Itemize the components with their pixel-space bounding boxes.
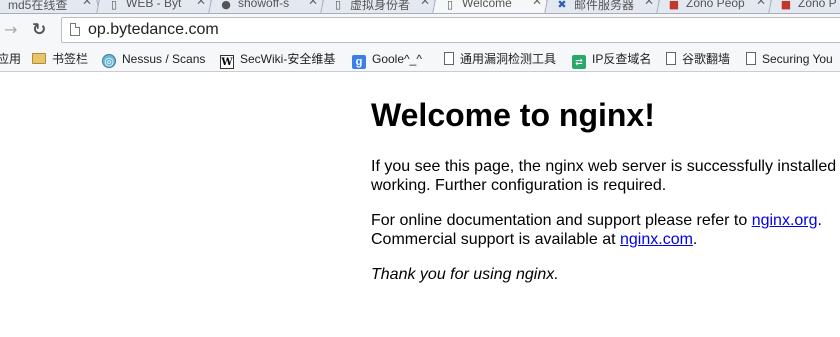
- document-icon: [666, 52, 676, 65]
- profile-icon: ■: [780, 0, 792, 11]
- bookmark-label: 书签栏: [52, 52, 89, 66]
- bookmark-label: Goole^_^: [372, 52, 422, 66]
- close-icon[interactable]: ✕: [532, 0, 542, 7]
- github-icon: ●: [221, 0, 231, 11]
- tab-title: Zono P: [798, 0, 837, 10]
- intro-line-1: If you see this page, the nginx web serv…: [371, 158, 840, 175]
- nginx-com-link[interactable]: nginx.com: [620, 231, 693, 248]
- tab-mail-server[interactable]: ✖ 邮件服务器 ✕: [544, 0, 662, 14]
- tab-virtual-identity[interactable]: ▯ 虚拟身份者 ✕: [320, 0, 438, 14]
- page-title: Welcome to nginx!: [371, 97, 655, 133]
- bookmark-label: SecWiki-安全维基: [240, 52, 336, 66]
- close-icon[interactable]: ✕: [420, 0, 430, 7]
- url-text[interactable]: op.bytedance.com: [88, 21, 219, 39]
- tab-welcome[interactable]: ▯ Welcome ✕: [432, 0, 550, 14]
- bookmark-folder[interactable]: 书签栏: [32, 50, 88, 68]
- google-icon: g: [352, 55, 366, 69]
- docs-paragraph: For online documentation and support ple…: [371, 211, 822, 249]
- tab-showoff[interactable]: ● showoff-s ✕: [208, 0, 326, 14]
- close-icon[interactable]: ✕: [756, 0, 766, 7]
- tab-web-bytedance[interactable]: ▯ WEB - Byt ✕: [96, 0, 214, 14]
- tools-icon: ✖: [557, 0, 567, 11]
- document-icon: ▯: [110, 0, 118, 11]
- bookmark-label: Securing You: [762, 52, 833, 66]
- period: .: [817, 212, 822, 229]
- page-icon: [70, 23, 80, 36]
- document-icon: ▯: [334, 0, 342, 11]
- support-text: Commercial support is available at: [371, 231, 620, 248]
- wiki-icon: W: [220, 55, 234, 69]
- period: .: [692, 231, 698, 248]
- bookmarks-bar: 应用 书签栏 ◎ Nessus / Scans W SecWiki-安全维基 g Go…: [0, 46, 840, 72]
- page-content: Welcome to nginx! If you see this page, …: [0, 72, 840, 337]
- tab-md5[interactable]: md5在线查 ✕: [0, 0, 100, 14]
- document-icon: [746, 52, 756, 65]
- close-icon[interactable]: ✕: [308, 0, 318, 7]
- close-icon[interactable]: ✕: [196, 0, 206, 7]
- address-bar[interactable]: op.bytedance.com: [61, 17, 840, 43]
- close-icon[interactable]: ✕: [644, 0, 654, 7]
- intro-line-2: working. Further configuration is requir…: [371, 177, 667, 194]
- reload-icon[interactable]: ↻: [32, 20, 52, 40]
- tab-title: 虚拟身份者: [350, 0, 411, 12]
- document-icon: [444, 52, 454, 65]
- bookmark-label: Nessus / Scans: [122, 52, 206, 66]
- close-icon[interactable]: ✕: [82, 0, 92, 7]
- tab-title: showoff-s: [238, 0, 290, 10]
- tab-zono-2[interactable]: ■ Zono P: [768, 0, 840, 14]
- docs-text: For online documentation and support ple…: [371, 212, 752, 229]
- bookmark-label: 谷歌翻墙: [682, 52, 731, 66]
- tab-title: WEB - Byt: [126, 0, 182, 10]
- bookmark-google-proxy[interactable]: 谷歌翻墙: [666, 50, 730, 68]
- toolbar: → ↻ op.bytedance.com: [0, 14, 840, 46]
- bookmark-ip-lookup[interactable]: ⇄ IP反查域名: [572, 50, 652, 69]
- tab-strip: md5在线查 ✕ ▯ WEB - Byt ✕ ● showoff-s ✕ ▯ 虚…: [0, 0, 840, 14]
- forward-arrow-icon[interactable]: →: [4, 21, 22, 39]
- bookmark-secwiki[interactable]: W SecWiki-安全维基: [220, 50, 336, 69]
- bookmark-vuln-tool[interactable]: 通用漏洞检测工具: [444, 50, 556, 68]
- nessus-icon: ◎: [102, 54, 116, 68]
- folder-icon: [32, 53, 46, 64]
- profile-icon: ■: [668, 0, 680, 11]
- thank-you-text: Thank you for using nginx.: [371, 266, 559, 283]
- tab-title: Zono Peop: [686, 0, 745, 10]
- intro-paragraph: If you see this page, the nginx web serv…: [371, 157, 840, 195]
- bookmark-google[interactable]: g Goole^_^: [352, 50, 422, 69]
- tab-zono-people[interactable]: ■ Zono Peop ✕: [656, 0, 774, 14]
- bookmark-nessus[interactable]: ◎ Nessus / Scans: [102, 50, 205, 68]
- tab-title: md5在线查: [8, 0, 68, 12]
- bookmark-label: 通用漏洞检测工具: [460, 52, 557, 66]
- nginx-org-link[interactable]: nginx.org: [752, 212, 818, 229]
- tab-title: Welcome: [462, 0, 512, 10]
- bookmark-securing-you[interactable]: Securing You: [746, 50, 833, 68]
- ip-icon: ⇄: [572, 55, 586, 69]
- apps-shortcut[interactable]: 应用: [0, 50, 21, 68]
- tab-title: 邮件服务器: [574, 0, 635, 12]
- bookmark-label: IP反查域名: [592, 52, 652, 66]
- document-icon: ▯: [446, 0, 454, 11]
